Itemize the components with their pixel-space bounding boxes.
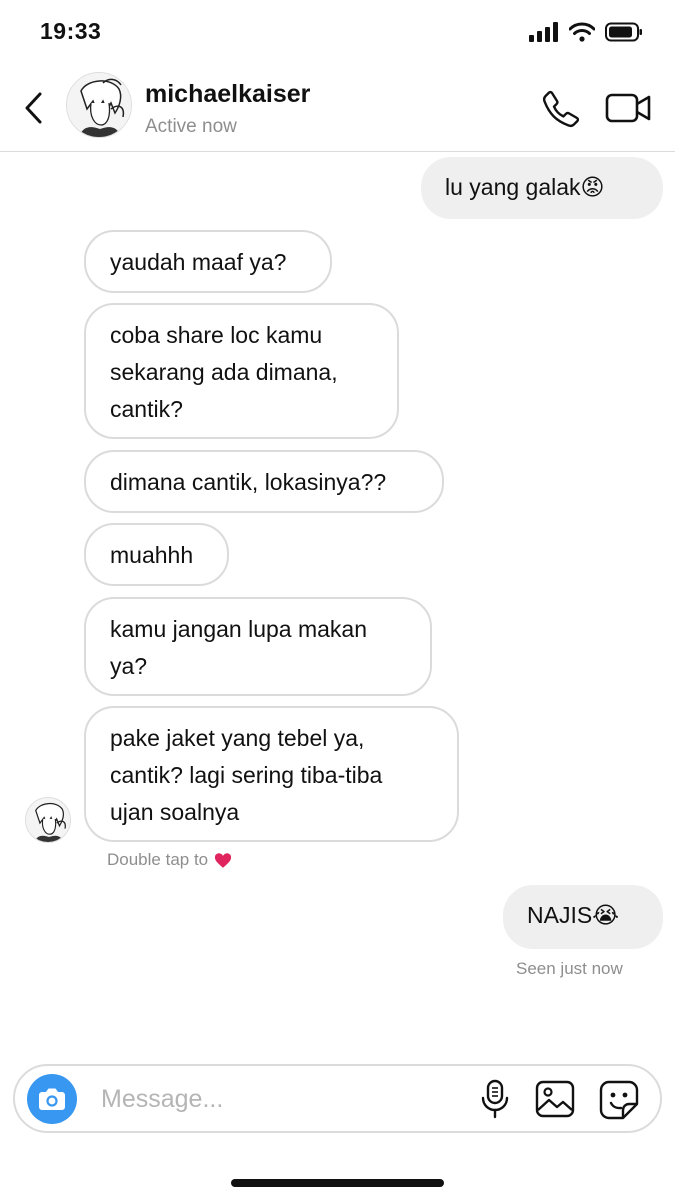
gallery-icon[interactable] xyxy=(535,1080,575,1118)
battery-icon xyxy=(605,22,642,42)
avatar[interactable] xyxy=(66,72,132,138)
message-bubble-outgoing[interactable]: lu yang galak😡 xyxy=(421,157,663,219)
message-bubble-incoming[interactable]: pake jaket yang tebel ya, cantik? lagi s… xyxy=(84,706,459,842)
cellular-signal-icon xyxy=(529,22,558,42)
video-camera-icon[interactable] xyxy=(605,92,651,124)
double-tap-hint: Double tap to xyxy=(107,850,232,870)
back-icon[interactable] xyxy=(20,90,50,126)
camera-icon xyxy=(39,1088,65,1110)
chat-username[interactable]: michaelkaiser xyxy=(145,80,310,109)
message-bubble-incoming[interactable]: dimana cantik, lokasinya?? xyxy=(84,450,444,513)
message-bubble-incoming[interactable]: kamu jangan lupa makan ya? xyxy=(84,597,432,696)
heart-icon xyxy=(215,852,232,868)
sticker-icon[interactable] xyxy=(599,1080,639,1120)
message-bubble-incoming[interactable]: muahhh xyxy=(84,523,229,586)
chat-header: michaelkaiser Active now xyxy=(0,62,675,152)
status-time: 19:33 xyxy=(40,18,102,44)
double-tap-text: Double tap to xyxy=(107,850,209,869)
wifi-icon xyxy=(569,22,595,42)
phone-icon[interactable] xyxy=(542,90,580,128)
seen-receipt: Seen just now xyxy=(516,959,623,978)
sender-avatar[interactable] xyxy=(25,797,71,843)
dm-screen: 19:33 michaelkaiser Active now lu yang g… xyxy=(0,0,675,1200)
camera-button[interactable] xyxy=(27,1074,77,1124)
status-icons xyxy=(529,22,643,42)
message-bubble-incoming[interactable]: coba share loc kamu sekarang ada dimana,… xyxy=(84,303,399,439)
message-input[interactable] xyxy=(99,1080,459,1118)
microphone-icon[interactable] xyxy=(479,1079,511,1119)
message-composer xyxy=(13,1064,662,1133)
status-bar: 19:33 xyxy=(0,0,675,62)
message-bubble-outgoing[interactable]: NAJIS😭 xyxy=(503,885,663,949)
message-bubble-incoming[interactable]: yaudah maaf ya? xyxy=(84,230,332,293)
active-status: Active now xyxy=(145,116,237,137)
home-indicator[interactable] xyxy=(231,1179,444,1187)
